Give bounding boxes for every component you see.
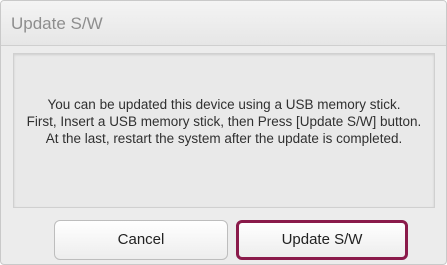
message-line-3: At the last, restart the system after th… (45, 131, 403, 146)
cancel-button[interactable]: Cancel (54, 220, 228, 260)
message-line-1: You can be updated this device using a U… (47, 97, 401, 112)
update-sw-button[interactable]: Update S/W (236, 220, 408, 260)
update-sw-dialog: Update S/W You can be updated this devic… (0, 0, 447, 265)
dialog-title: Update S/W (11, 14, 103, 33)
message-line-2: First, Insert a USB memory stick, then P… (26, 114, 422, 129)
dialog-title-bar: Update S/W (1, 1, 446, 46)
message-text: You can be updated this device using a U… (14, 96, 434, 147)
message-panel: You can be updated this device using a U… (13, 53, 435, 208)
